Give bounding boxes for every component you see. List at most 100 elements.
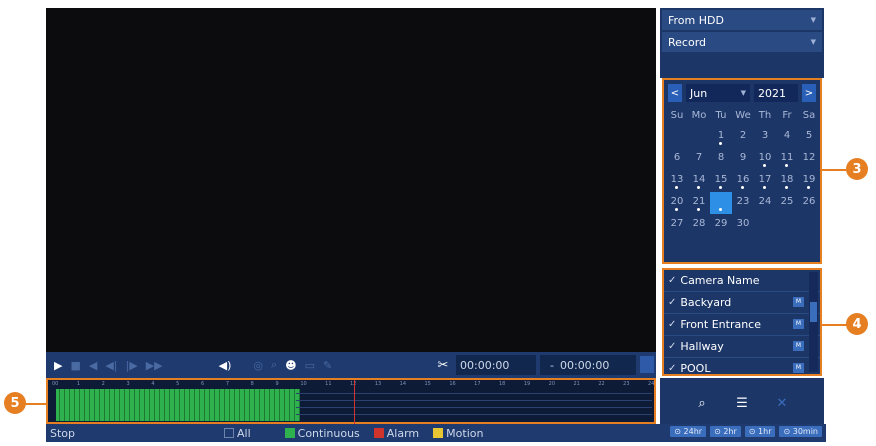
timeline-track bbox=[296, 407, 652, 408]
video-playback-area[interactable] bbox=[46, 8, 656, 352]
calendar-day-23[interactable]: 23 bbox=[732, 192, 754, 214]
timeline-track bbox=[296, 400, 652, 401]
calendar-day-20[interactable]: 20 bbox=[666, 192, 688, 214]
snapshot-icon[interactable]: ⌕ bbox=[271, 358, 277, 372]
legend-continuous[interactable]: Continuous bbox=[284, 427, 360, 440]
clip-start-time[interactable]: 00:00:00 bbox=[456, 355, 536, 375]
calendar-day-10[interactable]: 10 bbox=[754, 148, 776, 170]
calendar-day-29[interactable]: 29 bbox=[710, 214, 732, 236]
recording-stripe bbox=[259, 389, 260, 421]
recording-stripe bbox=[184, 389, 185, 421]
smart-search-icon[interactable]: ⌕ bbox=[688, 392, 716, 414]
camera-m-button[interactable]: M bbox=[793, 363, 804, 373]
play-icon[interactable]: ▶ bbox=[54, 359, 62, 372]
timeline-cursor[interactable] bbox=[354, 380, 355, 424]
calendar-day-14[interactable]: 14 bbox=[688, 170, 710, 192]
mode-dropdown[interactable]: Record ▼ bbox=[662, 32, 822, 52]
volume-icon[interactable]: ◀) bbox=[219, 359, 232, 372]
checkmark-icon[interactable]: ✓ bbox=[668, 363, 676, 374]
continuous-recording-segment[interactable] bbox=[56, 389, 300, 421]
hour-tick-label: 3 bbox=[126, 381, 130, 387]
calendar-day-2[interactable]: 2 bbox=[732, 126, 754, 148]
camera-m-button[interactable]: M bbox=[793, 341, 804, 351]
calendar-day-21[interactable]: 21 bbox=[688, 192, 710, 214]
source-dropdown[interactable]: From HDD ▼ bbox=[662, 10, 822, 30]
camera-list-header[interactable]: ✓ Camera Name bbox=[664, 270, 820, 292]
calendar-day-4[interactable]: 4 bbox=[776, 126, 798, 148]
clip-end-time[interactable]: -00:00:00 bbox=[540, 355, 636, 375]
close-icon[interactable]: ✕ bbox=[768, 392, 796, 414]
checkmark-icon[interactable]: ✓ bbox=[668, 319, 676, 330]
edit-icon[interactable]: ✎ bbox=[323, 359, 332, 372]
callout-3: 3 bbox=[846, 158, 868, 180]
camera-m-button[interactable]: M bbox=[793, 297, 804, 307]
calendar-day-26[interactable]: 26 bbox=[798, 192, 820, 214]
zoom-1hr-button[interactable]: ⊙ 1hr bbox=[744, 426, 776, 437]
calendar-day-6[interactable]: 6 bbox=[666, 148, 688, 170]
fast-forward-icon[interactable]: ▶▶ bbox=[146, 359, 163, 372]
camera-item-front-entrance[interactable]: ✓ Front Entrance M bbox=[664, 314, 820, 336]
recording-stripe bbox=[209, 389, 210, 421]
clip-scissors-icon[interactable]: ✂ bbox=[430, 352, 456, 378]
legend-alarm[interactable]: Alarm bbox=[373, 427, 419, 440]
legend-all[interactable]: All bbox=[224, 427, 251, 440]
calendar-day-13[interactable]: 13 bbox=[666, 170, 688, 192]
callout-leader bbox=[822, 169, 848, 171]
recording-timeline[interactable]: 0012345678910111213141516171819202122232… bbox=[46, 378, 656, 424]
checkmark-icon: ✓ bbox=[668, 275, 677, 286]
camera-list-scrollbar[interactable] bbox=[809, 272, 818, 372]
calendar-day-19[interactable]: 19 bbox=[798, 170, 820, 192]
stop-icon[interactable]: ■ bbox=[70, 359, 80, 372]
calendar-day-22[interactable] bbox=[710, 192, 732, 214]
recording-stripe bbox=[74, 389, 75, 421]
tool-panel: ⌕ ☰ ✕ bbox=[660, 378, 824, 424]
zoom-24hr-button[interactable]: ⊙ 24hr bbox=[670, 426, 707, 437]
hour-tick-label: 21 bbox=[573, 381, 580, 387]
calendar-day-12[interactable]: 12 bbox=[798, 148, 820, 170]
calendar-day-11[interactable]: 11 bbox=[776, 148, 798, 170]
legend-motion[interactable]: Motion bbox=[433, 427, 483, 440]
camera-item-hallway[interactable]: ✓ Hallway M bbox=[664, 336, 820, 358]
calendar-day-9[interactable]: 9 bbox=[732, 148, 754, 170]
prev-month-button[interactable]: < bbox=[668, 84, 682, 102]
scrollbar-thumb[interactable] bbox=[810, 302, 817, 322]
step-back-icon[interactable]: ◀| bbox=[105, 359, 117, 372]
calendar-day-5[interactable]: 5 bbox=[798, 126, 820, 148]
calendar-day-7[interactable]: 7 bbox=[688, 148, 710, 170]
calendar-day-3[interactable]: 3 bbox=[754, 126, 776, 148]
next-month-button[interactable]: > bbox=[802, 84, 816, 102]
backup-icon[interactable] bbox=[640, 356, 654, 373]
calendar-panel: < Jun ▼ 2021 > Su Mo Tu We Th Fr Sa 1 2 3 4 5 6 7 8 9 10… bbox=[662, 78, 822, 264]
recording-stripe bbox=[104, 389, 105, 421]
calendar-day-25[interactable]: 25 bbox=[776, 192, 798, 214]
calendar-day-15[interactable]: 15 bbox=[710, 170, 732, 192]
calendar-day-28[interactable]: 28 bbox=[688, 214, 710, 236]
timeline-track bbox=[296, 393, 652, 394]
month-select[interactable]: Jun ▼ bbox=[686, 84, 750, 102]
reverse-icon[interactable]: ◀ bbox=[89, 359, 97, 372]
year-value: 2021 bbox=[758, 86, 786, 100]
legend-swatch-alarm bbox=[373, 428, 384, 438]
zoom-icon[interactable]: ◎ bbox=[253, 359, 263, 372]
list-view-icon[interactable]: ☰ bbox=[728, 392, 756, 414]
checkmark-icon[interactable]: ✓ bbox=[668, 297, 676, 308]
year-select[interactable]: 2021 bbox=[754, 84, 798, 102]
calendar-day-17[interactable]: 17 bbox=[754, 170, 776, 192]
person-search-icon[interactable]: ☻ bbox=[285, 359, 296, 372]
zoom-30min-button[interactable]: ⊙ 30min bbox=[779, 426, 822, 437]
calendar-day-16[interactable]: 16 bbox=[732, 170, 754, 192]
calendar-day-24[interactable]: 24 bbox=[754, 192, 776, 214]
calendar-day-30[interactable]: 30 bbox=[732, 214, 754, 236]
save-icon[interactable]: ▭ bbox=[305, 359, 315, 372]
calendar-day-18[interactable]: 18 bbox=[776, 170, 798, 192]
camera-item-backyard[interactable]: ✓ Backyard M bbox=[664, 292, 820, 314]
calendar-day-1[interactable]: 1 bbox=[710, 126, 732, 148]
calendar-day-27[interactable]: 27 bbox=[666, 214, 688, 236]
recording-stripe bbox=[144, 389, 145, 421]
step-forward-icon[interactable]: |▶ bbox=[126, 359, 138, 372]
camera-m-button[interactable]: M bbox=[793, 319, 804, 329]
checkmark-icon[interactable]: ✓ bbox=[668, 341, 676, 352]
calendar-day-8[interactable]: 8 bbox=[710, 148, 732, 170]
camera-item-pool[interactable]: ✓ POOL M bbox=[664, 358, 820, 380]
zoom-2hr-button[interactable]: ⊙ 2hr bbox=[710, 426, 741, 437]
